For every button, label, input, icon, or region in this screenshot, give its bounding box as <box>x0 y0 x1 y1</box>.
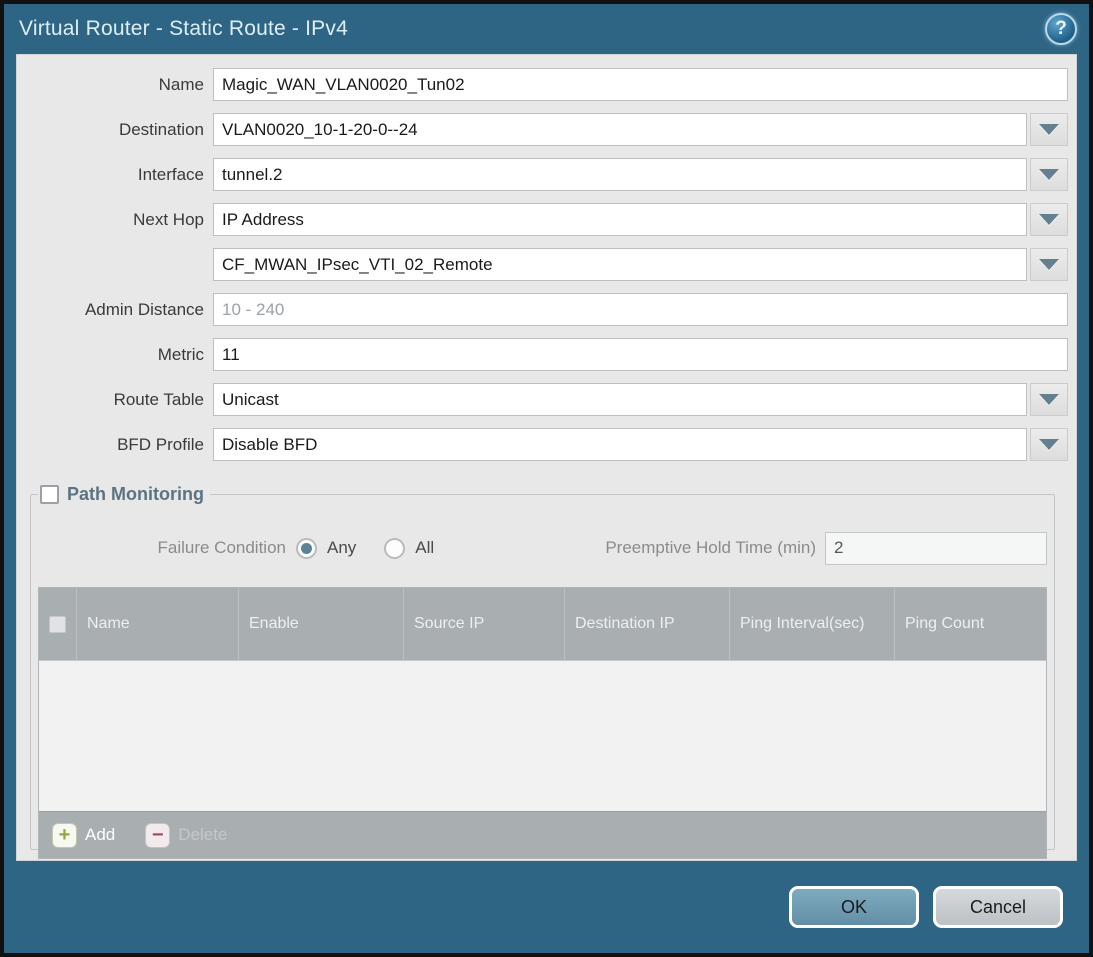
field-row-interface: Interface <box>17 158 1068 191</box>
destination-label: Destination <box>17 120 213 140</box>
column-header-destination-ip[interactable]: Destination IP <box>564 588 729 660</box>
field-row-route-table: Route Table <box>17 383 1068 416</box>
next-hop-address-input[interactable] <box>213 248 1027 281</box>
metric-input[interactable] <box>213 338 1068 371</box>
failure-condition-all-label: All <box>415 538 434 558</box>
bfd-profile-select[interactable] <box>213 428 1027 461</box>
route-table-select[interactable] <box>213 383 1027 416</box>
delete-button[interactable]: − Delete <box>145 823 227 848</box>
chevron-down-icon <box>1039 259 1059 270</box>
select-all-column-header <box>39 588 76 660</box>
column-header-source-ip[interactable]: Source IP <box>403 588 564 660</box>
route-table-label: Route Table <box>17 390 213 410</box>
failure-condition-label: Failure Condition <box>38 538 296 558</box>
failure-condition-all-radio[interactable]: All <box>384 538 434 559</box>
admin-distance-input[interactable] <box>213 293 1068 326</box>
preemptive-hold-time-label: Preemptive Hold Time (min) <box>605 538 825 558</box>
path-monitoring-table-header: Name Enable Source IP Destination IP Pin… <box>39 588 1046 660</box>
delete-button-label: Delete <box>178 825 227 845</box>
name-input[interactable] <box>213 68 1068 101</box>
column-header-enable[interactable]: Enable <box>238 588 403 660</box>
failure-condition-any-label: Any <box>327 538 356 558</box>
preemptive-hold-time-group: Preemptive Hold Time (min) <box>605 532 1047 565</box>
radio-unselected-icon <box>384 538 405 559</box>
column-header-ping-count[interactable]: Ping Count <box>894 588 1046 660</box>
ok-button[interactable]: OK <box>789 886 919 928</box>
dialog-content-panel: Name Destination Interface <box>16 54 1077 861</box>
chevron-down-icon <box>1039 394 1059 405</box>
dialog-footer: OK Cancel <box>4 861 1089 953</box>
column-header-ping-interval[interactable]: Ping Interval(sec) <box>729 588 894 660</box>
name-label: Name <box>17 75 213 95</box>
select-all-checkbox[interactable] <box>49 616 66 633</box>
path-monitoring-legend: Path Monitoring <box>38 484 210 505</box>
chevron-down-icon <box>1039 439 1059 450</box>
add-button[interactable]: + Add <box>52 823 115 848</box>
bfd-profile-dropdown-button[interactable] <box>1030 428 1068 461</box>
path-monitoring-section: Path Monitoring Failure Condition Any Al… <box>30 484 1055 850</box>
add-button-label: Add <box>85 825 115 845</box>
field-row-metric: Metric <box>17 338 1068 371</box>
failure-condition-any-radio[interactable]: Any <box>296 538 356 559</box>
field-row-next-hop-address <box>17 248 1068 281</box>
route-table-dropdown-button[interactable] <box>1030 383 1068 416</box>
path-monitoring-table: Name Enable Source IP Destination IP Pin… <box>38 587 1047 859</box>
radio-selected-icon <box>296 538 317 559</box>
minus-icon: − <box>145 823 170 848</box>
field-row-admin-distance: Admin Distance <box>17 293 1068 326</box>
static-route-dialog: Virtual Router - Static Route - IPv4 ? N… <box>0 0 1093 957</box>
path-monitoring-title: Path Monitoring <box>67 484 204 505</box>
path-monitoring-table-body <box>39 660 1046 811</box>
destination-dropdown-button[interactable] <box>1030 113 1068 146</box>
admin-distance-label: Admin Distance <box>17 300 213 320</box>
preemptive-hold-time-input[interactable] <box>825 532 1047 565</box>
bfd-profile-label: BFD Profile <box>17 435 213 455</box>
next-hop-address-dropdown-button[interactable] <box>1030 248 1068 281</box>
chevron-down-icon <box>1039 124 1059 135</box>
field-row-next-hop: Next Hop <box>17 203 1068 236</box>
column-header-name[interactable]: Name <box>76 588 238 660</box>
path-monitoring-table-toolbar: + Add − Delete <box>39 811 1046 858</box>
field-row-destination: Destination <box>17 113 1068 146</box>
next-hop-label: Next Hop <box>17 210 213 230</box>
destination-input[interactable] <box>213 113 1027 146</box>
metric-label: Metric <box>17 345 213 365</box>
help-icon[interactable]: ? <box>1045 13 1077 45</box>
next-hop-select[interactable] <box>213 203 1027 236</box>
field-row-name: Name <box>17 68 1068 101</box>
interface-label: Interface <box>17 165 213 185</box>
interface-input[interactable] <box>213 158 1027 191</box>
path-monitoring-checkbox[interactable] <box>40 485 59 504</box>
dialog-title: Virtual Router - Static Route - IPv4 <box>19 17 1045 41</box>
cancel-button[interactable]: Cancel <box>933 886 1063 928</box>
chevron-down-icon <box>1039 169 1059 180</box>
dialog-titlebar: Virtual Router - Static Route - IPv4 ? <box>4 4 1089 54</box>
field-row-bfd-profile: BFD Profile <box>17 428 1068 461</box>
next-hop-dropdown-button[interactable] <box>1030 203 1068 236</box>
failure-condition-row: Failure Condition Any All Preemptive Hol… <box>38 531 1047 565</box>
interface-dropdown-button[interactable] <box>1030 158 1068 191</box>
chevron-down-icon <box>1039 214 1059 225</box>
plus-icon: + <box>52 823 77 848</box>
